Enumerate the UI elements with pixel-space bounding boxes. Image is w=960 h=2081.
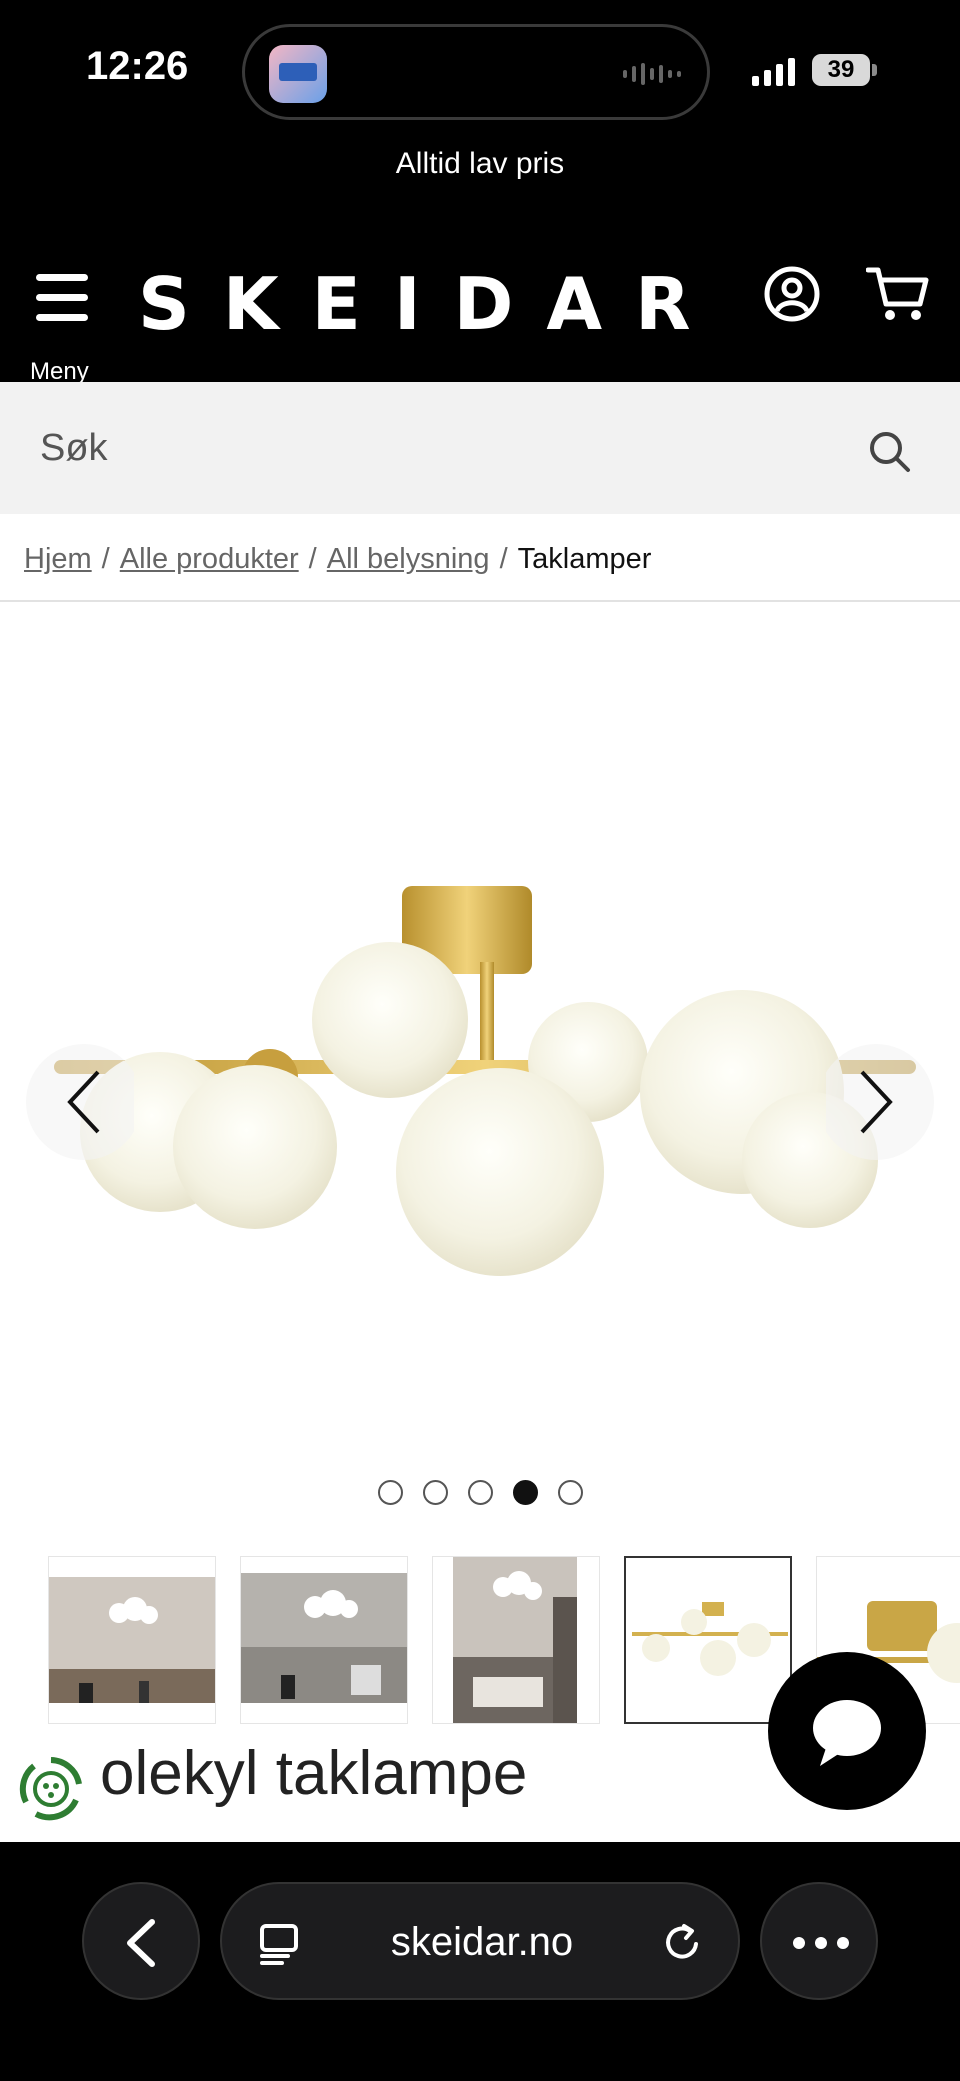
battery-cap (872, 64, 877, 76)
audio-wave-icon (623, 63, 681, 85)
ellipsis-icon (793, 1937, 849, 1949)
battery-icon: 39 (812, 54, 870, 86)
carousel-dot[interactable] (468, 1480, 493, 1505)
eco-recycle-icon[interactable] (16, 1754, 86, 1824)
thumbnail-4-selected[interactable] (624, 1556, 792, 1724)
thumbnail-image (49, 1577, 215, 1703)
clock: 12:26 (86, 44, 189, 88)
brand-logo[interactable]: SKEIDAR (138, 262, 724, 346)
product-title: olekyl taklampe (100, 1739, 528, 1808)
breadcrumb-all-products[interactable]: Alle produkter (120, 543, 299, 575)
hamburger-icon-line (36, 314, 88, 321)
breadcrumb-all-lighting[interactable]: All belysning (327, 543, 490, 575)
search-bar (0, 382, 960, 514)
reload-icon[interactable] (660, 1920, 706, 1966)
browser-toolbar: skeidar.no (0, 1842, 960, 2081)
breadcrumb-separator: / (308, 543, 317, 575)
carousel-dots (378, 1480, 583, 1505)
hamburger-icon (36, 274, 88, 281)
search-input[interactable] (0, 382, 860, 514)
thumbnail-3[interactable] (432, 1556, 600, 1724)
cellular-signal-icon (752, 56, 795, 86)
search-icon[interactable] (866, 428, 914, 476)
prev-image-arrow[interactable] (24, 1042, 134, 1162)
site-header: Meny SKEIDAR (0, 240, 960, 385)
chat-bubble-icon (813, 1700, 881, 1766)
thumbnail-1[interactable] (48, 1556, 216, 1724)
address-bar[interactable]: skeidar.no (220, 1882, 740, 2000)
carousel-dot[interactable] (423, 1480, 448, 1505)
breadcrumb-separator: / (101, 543, 110, 575)
carousel-dot[interactable] (558, 1480, 583, 1505)
next-image-arrow[interactable] (826, 1042, 936, 1162)
breadcrumb: Hjem / Alle produkter / All belysning / Taklam… (0, 514, 960, 602)
thumbnail-2[interactable] (240, 1556, 408, 1724)
thumbnail-image (241, 1573, 407, 1703)
app-activity-icon (269, 45, 327, 103)
breadcrumb-current: Taklamper (517, 543, 652, 575)
breadcrumb-separator: / (499, 543, 508, 575)
chevron-left-icon (127, 1919, 155, 1967)
product-gallery: olekyl taklampe (0, 602, 960, 1842)
hamburger-icon-line (36, 294, 88, 301)
status-bar: 12:26 39 (0, 0, 960, 140)
product-image[interactable] (40, 862, 920, 1302)
breadcrumb-home[interactable]: Hjem (24, 543, 92, 575)
more-options-button[interactable] (760, 1882, 878, 2000)
menu-button[interactable]: Meny (28, 268, 98, 385)
account-icon[interactable] (764, 266, 820, 322)
dynamic-island[interactable] (242, 24, 710, 120)
chat-button[interactable] (768, 1652, 926, 1810)
promo-banner: Alltid lav pris (0, 140, 960, 240)
cart-icon[interactable] (866, 264, 930, 324)
thumbnail-image (453, 1557, 577, 1723)
back-button[interactable] (82, 1882, 200, 2000)
carousel-dot[interactable] (378, 1480, 403, 1505)
carousel-dot-active[interactable] (513, 1480, 538, 1505)
